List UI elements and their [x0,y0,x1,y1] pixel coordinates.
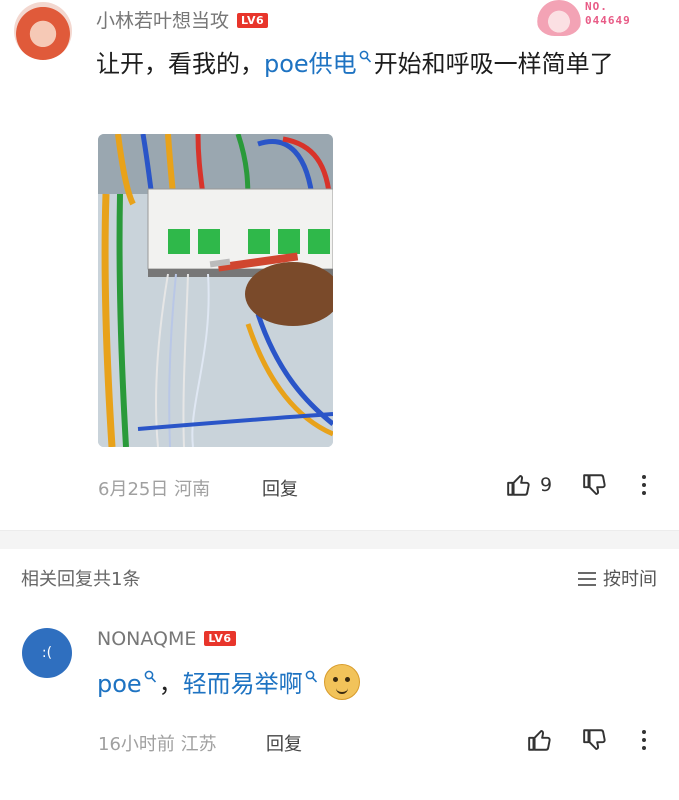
search-icon[interactable] [305,670,318,684]
reply-location: 江苏 [180,734,217,755]
dislike-button[interactable] [582,727,608,757]
reply-button[interactable]: 回复 [262,475,298,501]
comment-text: 让开，看我的，poe供电 开始和呼吸一样简单了 [96,44,656,84]
like-button[interactable]: 9 [506,472,552,498]
comment-author[interactable]: NONAQME LV6 [97,628,236,650]
username[interactable]: 小林若叶想当攻 [96,10,229,32]
fan-badge[interactable]: NO. 044649 [529,0,649,36]
thumbs-up-icon [507,475,530,496]
sort-button[interactable]: 按时间 [577,565,657,591]
username[interactable]: NONAQME [97,628,196,650]
sort-icon [578,572,596,586]
search-link[interactable]: 轻而易举啊 [183,670,303,698]
dislike-button[interactable] [582,472,608,502]
level-badge: LV6 [237,13,269,28]
more-icon [642,730,646,750]
badge-number: NO. 044649 [585,0,631,27]
like-count: 9 [540,474,553,496]
like-button[interactable] [527,727,553,757]
reply-time: 16小时前 江苏 [98,734,217,755]
thumbs-down-icon [583,474,606,495]
search-icon[interactable] [144,670,157,684]
reply-text: poe ，轻而易举啊 [97,664,360,704]
comment-author[interactable]: 小林若叶想当攻 LV6 [96,6,269,33]
avatar[interactable]: :( [22,628,72,678]
search-link[interactable]: poe供电 [264,50,357,78]
sort-label: 按时间 [603,569,657,590]
reply-button[interactable]: 回复 [266,730,302,756]
search-link[interactable]: poe [97,670,142,698]
comment-text-part: 让开，看我的， [96,50,264,78]
comment-date: 6月25日 河南 [98,479,211,500]
avatar[interactable] [14,2,72,60]
thumbs-up-icon [528,730,551,751]
search-icon[interactable] [359,50,372,64]
more-options-button[interactable] [636,727,652,757]
more-icon [642,475,646,495]
thumbs-down-icon [583,729,606,750]
comment-image[interactable] [98,134,333,447]
breaker-panel-photo [98,134,333,447]
section-divider [0,530,679,549]
comment-text-part: 开始和呼吸一样简单了 [373,50,614,78]
comment-location: 河南 [174,479,211,500]
badge-avatar-icon [537,0,581,36]
reply-text-part: ， [158,670,183,698]
related-replies-title: 相关回复共1条 [21,569,141,590]
level-badge: LV6 [204,631,236,646]
more-options-button[interactable] [636,472,652,502]
doge-emoji-icon [323,664,360,700]
